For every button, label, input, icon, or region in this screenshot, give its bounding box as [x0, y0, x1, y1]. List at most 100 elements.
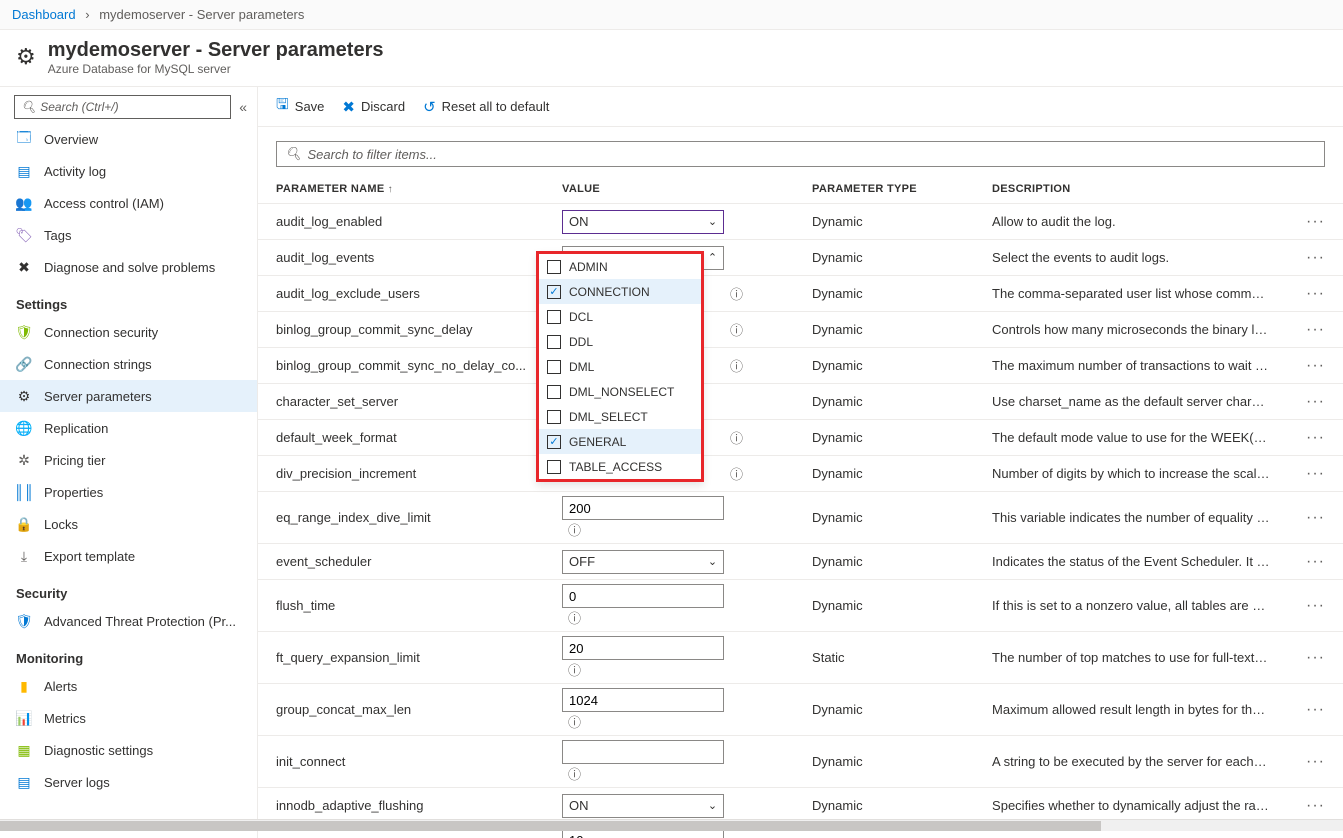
- sidebar-item-access-control-iam[interactable]: 👥Access control (IAM): [0, 187, 257, 219]
- sidebar-item-locks[interactable]: 🔒Locks: [0, 508, 257, 540]
- param-type: Dynamic: [794, 240, 974, 276]
- checkbox-icon: [547, 335, 561, 349]
- more-icon[interactable]: ···: [1306, 213, 1325, 230]
- more-icon[interactable]: ···: [1306, 429, 1325, 446]
- sidebar-item-overview[interactable]: 🗔Overview: [0, 123, 257, 155]
- sidebar-item-pricing-tier[interactable]: ✲Pricing tier: [0, 444, 257, 476]
- dropdown-option-ddl[interactable]: DDL: [539, 329, 701, 354]
- sidebar-item-connection-security[interactable]: 🛡Connection security: [0, 316, 257, 348]
- more-icon[interactable]: ···: [1306, 465, 1325, 482]
- collapse-sidebar-icon[interactable]: «: [239, 99, 247, 115]
- sidebar-item-label: Replication: [44, 421, 108, 436]
- info-icon[interactable]: ⓘ: [568, 523, 581, 538]
- col-description[interactable]: DESCRIPTION: [974, 175, 1288, 204]
- more-icon[interactable]: ···: [1306, 249, 1325, 266]
- replication-icon: 🌐: [16, 420, 32, 436]
- dropdown-option-label: DDL: [569, 335, 593, 349]
- sidebar-item-server-logs[interactable]: ▤Server logs: [0, 766, 257, 798]
- param-description: Use charset_name as the default server c…: [974, 384, 1288, 420]
- sidebar-scroll[interactable]: 🗔Overview▤Activity log👥Access control (I…: [0, 123, 257, 838]
- connection-icon: 🔗: [16, 356, 32, 372]
- more-icon[interactable]: ···: [1306, 285, 1325, 302]
- info-icon[interactable]: ⓘ: [730, 323, 743, 338]
- parameters-table[interactable]: PARAMETER NAME VALUE PARAMETER TYPE DESC…: [258, 175, 1343, 838]
- param-description: Controls how many microseconds the binar…: [974, 312, 1288, 348]
- param-type: Dynamic: [794, 384, 974, 420]
- sidebar-item-replication[interactable]: 🌐 Replication: [0, 412, 257, 444]
- more-icon[interactable]: ···: [1306, 357, 1325, 374]
- param-description: The maximum number of transactions to wa…: [974, 348, 1288, 384]
- value-input[interactable]: [562, 496, 724, 520]
- sidebar-item-diagnostic-settings[interactable]: ▦Diagnostic settings: [0, 734, 257, 766]
- export-icon: ⤓: [16, 548, 32, 564]
- more-icon[interactable]: ···: [1306, 649, 1325, 666]
- col-parameter-name[interactable]: PARAMETER NAME: [258, 175, 544, 204]
- checkbox-icon: [547, 460, 561, 474]
- scrollbar-thumb[interactable]: [258, 821, 1101, 831]
- sidebar-search-input[interactable]: 🔍︎ Search (Ctrl+/): [14, 95, 231, 119]
- sidebar-item-activity-log[interactable]: ▤Activity log: [0, 155, 257, 187]
- connection-icon: 🛡: [16, 324, 32, 340]
- sidebar-item-metrics[interactable]: 📊Metrics: [0, 702, 257, 734]
- dropdown-option-dml_nonselect[interactable]: DML_NONSELECT: [539, 379, 701, 404]
- chevron-down-icon: ⌄: [708, 799, 717, 812]
- info-icon[interactable]: ⓘ: [568, 663, 581, 678]
- more-icon[interactable]: ···: [1306, 597, 1325, 614]
- sidebar-item-label: Server parameters: [44, 389, 152, 404]
- checkbox-icon: [547, 410, 561, 424]
- save-icon: 🖫︎: [276, 94, 289, 119]
- table-row: eq_range_index_dive_limit ⓘ Dynamic This…: [258, 492, 1343, 544]
- dropdown-option-connection[interactable]: ✓CONNECTION: [539, 279, 701, 304]
- sidebar-item-advanced-threat-protection-pr[interactable]: 🛡Advanced Threat Protection (Pr...: [0, 605, 257, 637]
- dropdown-option-dcl[interactable]: DCL: [539, 304, 701, 329]
- reset-button[interactable]: ↺ Reset all to default: [423, 98, 549, 116]
- value-input[interactable]: [562, 584, 724, 608]
- dropdown-option-admin[interactable]: ADMIN: [539, 254, 701, 279]
- param-description: Indicates the status of the Event Schedu…: [974, 544, 1288, 580]
- dropdown-option-dml[interactable]: DML: [539, 354, 701, 379]
- more-icon[interactable]: ···: [1306, 753, 1325, 770]
- more-icon[interactable]: ···: [1306, 797, 1325, 814]
- sidebar-item-diagnose-and-solve-problems[interactable]: ✖Diagnose and solve problems: [0, 251, 257, 283]
- horizontal-scrollbar[interactable]: [258, 819, 1343, 831]
- value-dropdown[interactable]: OFF⌄: [562, 550, 724, 574]
- sidebar-item-export-template[interactable]: ⤓Export template: [0, 540, 257, 572]
- value-input[interactable]: [562, 636, 724, 660]
- sidebar-item-tags[interactable]: 🏷Tags: [0, 219, 257, 251]
- save-button[interactable]: 🖫︎ Save: [276, 94, 324, 119]
- param-description: Select the events to audit logs.: [974, 240, 1288, 276]
- sidebar-item-connection-strings[interactable]: 🔗Connection strings: [0, 348, 257, 380]
- value-dropdown[interactable]: ON⌄: [562, 210, 724, 234]
- more-icon[interactable]: ···: [1306, 321, 1325, 338]
- info-icon[interactable]: ⓘ: [730, 287, 743, 302]
- info-icon[interactable]: ⓘ: [730, 431, 743, 446]
- more-icon[interactable]: ···: [1306, 393, 1325, 410]
- filter-input[interactable]: 🔍︎ Search to filter items...: [276, 141, 1325, 167]
- value-input[interactable]: [562, 688, 724, 712]
- info-icon[interactable]: ⓘ: [568, 611, 581, 626]
- sidebar-item-label: Overview: [44, 132, 98, 147]
- dropdown-option-table_access[interactable]: TABLE_ACCESS: [539, 454, 701, 479]
- tags-icon: 🏷: [16, 227, 32, 243]
- col-value[interactable]: VALUE: [544, 175, 794, 204]
- sidebar-item-server-parameters[interactable]: ⚙Server parameters: [0, 380, 257, 412]
- sidebar-item-properties[interactable]: ║║Properties: [0, 476, 257, 508]
- dropdown-option-label: TABLE_ACCESS: [569, 460, 662, 474]
- audit-log-events-dropdown[interactable]: ADMIN✓CONNECTIONDCL DDL DMLDML_NONSELECTDM…: [536, 251, 704, 482]
- info-icon[interactable]: ⓘ: [568, 715, 581, 730]
- sidebar-item-label: Diagnose and solve problems: [44, 260, 215, 275]
- dropdown-option-dml_select[interactable]: DML_SELECT: [539, 404, 701, 429]
- more-icon[interactable]: ···: [1306, 701, 1325, 718]
- col-type[interactable]: PARAMETER TYPE: [794, 175, 974, 204]
- value-input[interactable]: [562, 740, 724, 764]
- info-icon[interactable]: ⓘ: [568, 767, 581, 782]
- dropdown-option-general[interactable]: ✓GENERAL: [539, 429, 701, 454]
- info-icon[interactable]: ⓘ: [730, 359, 743, 374]
- more-icon[interactable]: ···: [1306, 509, 1325, 526]
- value-dropdown[interactable]: ON⌄: [562, 794, 724, 818]
- info-icon[interactable]: ⓘ: [730, 467, 743, 482]
- more-icon[interactable]: ···: [1306, 553, 1325, 570]
- sidebar-item-alerts[interactable]: ▮Alerts: [0, 670, 257, 702]
- discard-button[interactable]: ✖ Discard: [342, 98, 405, 116]
- breadcrumb-dashboard[interactable]: Dashboard: [12, 7, 76, 22]
